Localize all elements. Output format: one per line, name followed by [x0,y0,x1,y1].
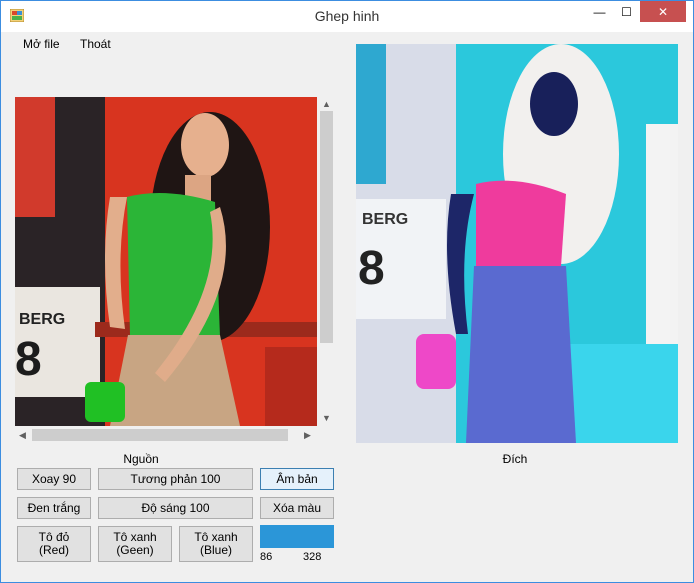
grayscale-button[interactable]: Đen trắng [17,497,91,519]
scroll-right-icon[interactable]: ▶ [304,430,311,440]
source-horizontal-scrollbar[interactable]: ◀ ▶ [15,426,317,443]
paint-green-button[interactable]: Tô xanh (Geen) [98,526,172,562]
color-swatch[interactable] [260,525,334,548]
minimize-button[interactable]: — [586,1,613,22]
destination-caption: Đích [502,452,528,466]
svg-text:8: 8 [358,242,385,295]
scroll-left-icon[interactable]: ◀ [19,430,26,440]
scroll-down-icon[interactable]: ▼ [322,413,331,423]
negative-button[interactable]: Âm bản [260,468,334,490]
color-value-left: 86 [260,551,273,563]
app-window: Ghep hinh — ☐ ✕ Mở file Thoát BERG 8 ▲ ▼… [0,0,694,583]
menu-exit[interactable]: Thoát [80,37,111,51]
remove-color-button[interactable]: Xóa màu [260,497,334,519]
contrast-button[interactable]: Tương phản 100 [98,468,253,490]
paint-red-button[interactable]: Tô đỏ (Red) [17,526,91,562]
source-vertical-scrollbar[interactable]: ▲ ▼ [317,97,335,426]
source-horizontal-scroll-thumb[interactable] [32,429,288,441]
paint-blue-button[interactable]: Tô xanh (Blue) [179,526,253,562]
scroll-up-icon[interactable]: ▲ [322,99,331,109]
svg-text:BERG: BERG [19,311,65,328]
color-value-right: 328 [303,551,322,563]
title-bar[interactable]: Ghep hinh — ☐ ✕ [1,1,693,32]
menu-open-file[interactable]: Mở file [23,37,60,51]
svg-text:8: 8 [15,333,42,386]
brightness-button[interactable]: Độ sáng 100 [98,497,253,519]
source-vertical-scroll-thumb[interactable] [320,111,333,343]
source-caption: Nguồn [123,452,159,466]
svg-text:BERG: BERG [362,211,408,228]
rotate-90-button[interactable]: Xoay 90 [17,468,91,490]
source-panel: BERG 8 ▲ ▼ ◀ ▶ [15,97,335,443]
maximize-button[interactable]: ☐ [613,1,640,22]
close-button[interactable]: ✕ [640,1,686,22]
destination-image: BERG 8 [356,44,678,443]
source-image: BERG 8 [15,97,317,426]
